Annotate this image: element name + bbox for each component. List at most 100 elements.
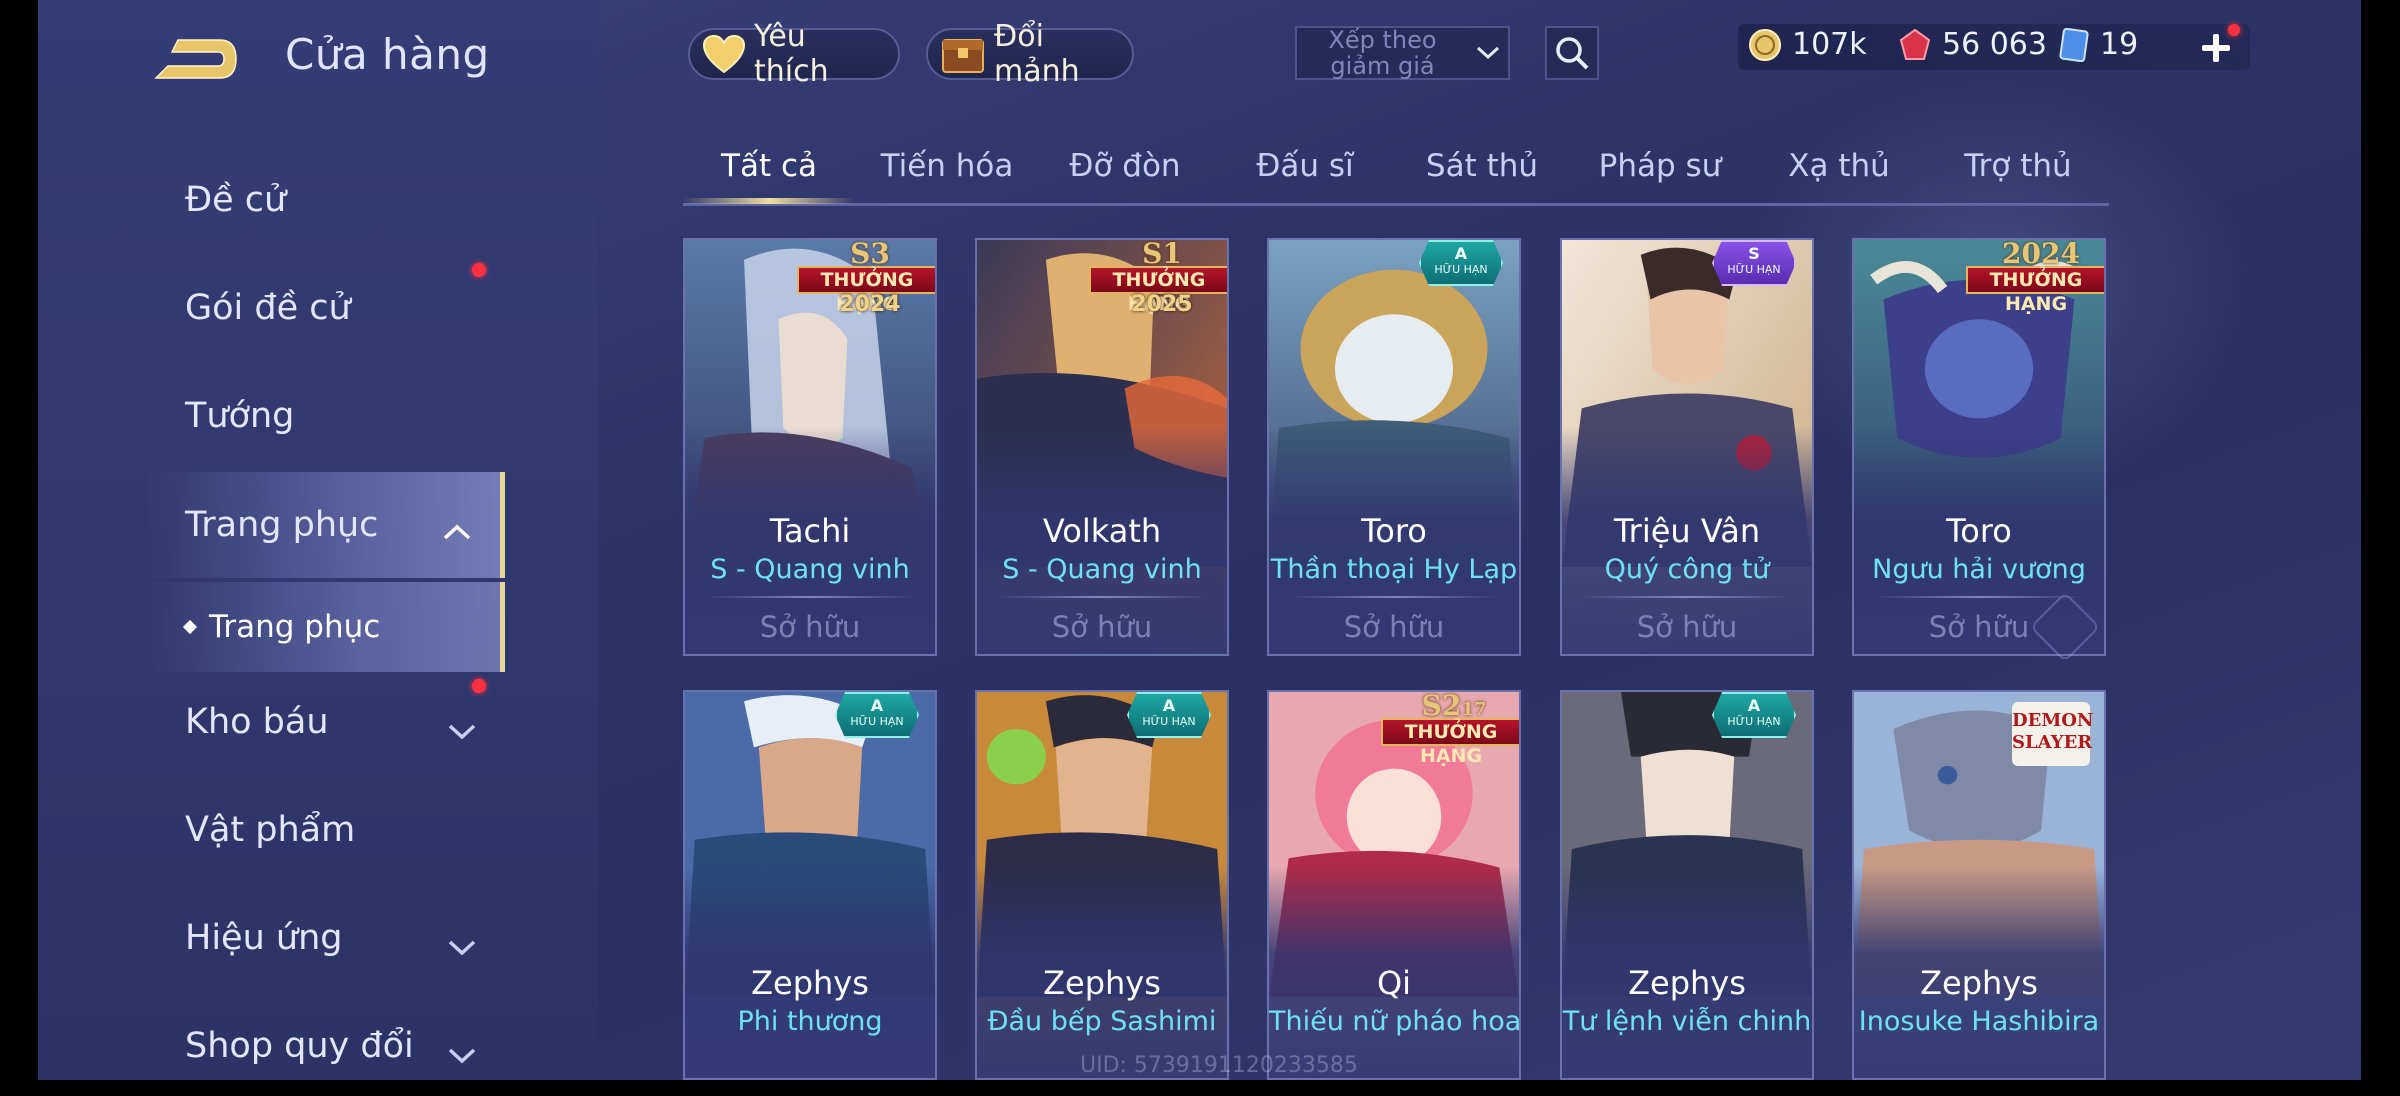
- sidebar-item-skins[interactable]: Trang phục: [145, 472, 505, 578]
- token-amount: 19: [2100, 27, 2139, 62]
- badge-label: THƯỞNG HẠNG: [1966, 266, 2104, 315]
- owned-status: Sở hữu: [1051, 610, 1153, 644]
- skin-name: Inosuke Hashibira: [1858, 1006, 2100, 1037]
- sidebar-item-label: Đề cử: [185, 180, 287, 220]
- chevron-down-icon: [1468, 45, 1508, 61]
- sidebar-subitem-skins[interactable]: Trang phục: [145, 582, 505, 672]
- sidebar-item-label: Vật phẩm: [185, 810, 356, 850]
- badge-label: THƯỞNG HẠNG: [1089, 266, 1227, 315]
- tab-support[interactable]: Trợ thủ: [1964, 148, 2071, 184]
- badge-grade: A: [870, 696, 884, 715]
- page-title: Cửa hàng: [285, 30, 490, 79]
- logo-line: DEMON: [2012, 710, 2094, 731]
- card-token-icon: [2059, 27, 2089, 62]
- tab-tank[interactable]: Đỡ đòn: [1069, 148, 1180, 184]
- skin-card[interactable]: DEMON SLAYER Zephys Inosuke Hashibira: [1852, 690, 2106, 1080]
- skin-name: Phi thương: [737, 1006, 883, 1037]
- sort-label: Xếp theo giảm giá: [1328, 26, 1437, 80]
- gold-amount: 107k: [1792, 27, 1867, 62]
- skin-name: Đầu bếp Sashimi: [987, 1006, 1217, 1037]
- search-button[interactable]: [1545, 26, 1599, 80]
- sidebar-item-items[interactable]: Vật phẩm: [145, 780, 505, 880]
- sidebar-item-heroes[interactable]: Tướng: [145, 366, 505, 466]
- badge-grade: A: [1454, 244, 1468, 263]
- owned-status: Sở hữu: [1636, 610, 1738, 644]
- skin-card[interactable]: A HỮU HẠN Zephys Phi thương: [683, 690, 937, 1080]
- sidebar-item-label: Shop quy đổi: [185, 1026, 414, 1066]
- sidebar-item-label: Tướng: [185, 396, 295, 436]
- card-shade: [1269, 240, 1519, 654]
- exchange-label: Đổi mảnh: [994, 19, 1080, 89]
- badge-label: THƯỞNG HẠNG: [797, 266, 935, 315]
- badge-label: THƯỞNG HẠNG: [1381, 718, 1519, 767]
- favorite-button[interactable]: Yêu thích: [688, 19, 900, 89]
- tab-all[interactable]: Tất cả: [721, 148, 817, 184]
- divider: [1874, 596, 2084, 598]
- back-button[interactable]: [150, 34, 240, 84]
- skin-name: S - Quang vinh: [710, 554, 910, 585]
- notification-dot: [472, 679, 486, 693]
- sidebar-item-label: Gói đề cử: [185, 288, 351, 328]
- chevron-down-icon: [447, 710, 477, 750]
- badge-text: HỮU HẠN: [1727, 715, 1781, 728]
- rank-reward-badge: S217 THƯỞNG HẠNG: [1381, 692, 1519, 772]
- logo-line: SLAYER: [2012, 732, 2093, 753]
- chevron-down-icon: [447, 1034, 477, 1074]
- tab-assassin[interactable]: Sát thủ: [1426, 148, 1538, 184]
- gold-currency: 107k: [1748, 27, 1867, 62]
- hero-name: Toro: [1361, 512, 1427, 550]
- badge-text: HỮU HẠN: [1727, 263, 1781, 276]
- card-shade: [1562, 240, 1812, 654]
- skin-name: Quý công tử: [1604, 554, 1770, 585]
- exchange-fragments-button[interactable]: Đổi mảnh: [926, 19, 1134, 89]
- skin-card[interactable]: S1 THƯỞNG HẠNG 2025 Volkath S - Quang vi…: [975, 238, 1229, 656]
- divider: [705, 596, 915, 598]
- skin-card[interactable]: A HỮU HẠN Toro Thần thoại Hy Lạp Sở hữu: [1267, 238, 1521, 656]
- tab-mage[interactable]: Pháp sư: [1599, 148, 1722, 184]
- demon-slayer-logo: DEMON SLAYER: [2012, 702, 2094, 766]
- divider: [997, 596, 1207, 598]
- skin-card[interactable]: 2024 THƯỞNG HẠNG Toro Ngưu hải vương Sở …: [1852, 238, 2106, 656]
- badge-text: HỮU HẠN: [850, 715, 904, 728]
- rank-reward-badge: 2024 THƯỞNG HẠNG: [1966, 240, 2104, 320]
- skin-card[interactable]: S217 THƯỞNG HẠNG Qi Thiếu nữ pháo hoa: [1267, 690, 1521, 1080]
- tab-marksman[interactable]: Xạ thủ: [1788, 148, 1890, 184]
- chevron-down-icon: [447, 926, 477, 966]
- notification-dot: [2228, 24, 2240, 36]
- skin-name: Thiếu nữ pháo hoa: [1269, 1006, 1521, 1037]
- badge-grade: A: [1162, 696, 1176, 715]
- skin-card[interactable]: S HỮU HẠN Triệu Vân Quý công tử Sở hữu: [1560, 238, 1814, 656]
- hero-name: Toro: [1946, 512, 2012, 550]
- skin-card[interactable]: S3 THƯỞNG HẠNG 2024 Tachi S - Quang vinh…: [683, 238, 937, 656]
- badge-season-suffix: 17: [1461, 699, 1487, 720]
- token-currency: 19: [2058, 27, 2138, 62]
- sidebar-item-effects[interactable]: Hiệu ứng: [145, 888, 505, 988]
- skin-card[interactable]: A HỮU HẠN Zephys Tư lệnh viễn chinh: [1560, 690, 1814, 1080]
- back-arrow-icon: [154, 39, 237, 79]
- sort-dropdown[interactable]: Xếp theo giảm giá: [1295, 26, 1510, 80]
- sidebar-item-exchange-shop[interactable]: Shop quy đổi: [145, 996, 505, 1096]
- sidebar-item-recommended-packs[interactable]: Gói đề cử: [145, 258, 505, 358]
- limited-badge: A HỮU HẠN: [835, 692, 919, 738]
- hero-name: Zephys: [751, 964, 869, 1002]
- owned-status: Sở hữu: [1343, 610, 1445, 644]
- sidebar-item-label: Kho báu: [185, 702, 329, 742]
- voucher-currency: 56 063: [1898, 27, 2047, 62]
- badge-grade: A: [1747, 696, 1761, 715]
- gold-coin-icon: [1749, 28, 1781, 61]
- tab-fighter[interactable]: Đấu sĩ: [1256, 148, 1353, 184]
- chevron-up-icon: [442, 510, 472, 550]
- hero-name: Zephys: [1920, 964, 2038, 1002]
- sidebar-subitem-label: Trang phục: [209, 609, 381, 645]
- skin-card[interactable]: A HỮU HẠN Zephys Đầu bếp Sashimi: [975, 690, 1229, 1080]
- skin-name: Ngưu hải vương: [1872, 554, 2086, 585]
- voucher-amount: 56 063: [1942, 27, 2047, 62]
- sidebar-item-recommended[interactable]: Đề cử: [145, 150, 505, 250]
- tab-evolution[interactable]: Tiến hóa: [881, 148, 1014, 184]
- sidebar-item-label: Hiệu ứng: [185, 918, 343, 958]
- sidebar-item-label: Trang phục: [185, 505, 379, 545]
- user-id: UID: 5739191120233585: [1080, 1053, 1358, 1078]
- sidebar-item-treasure[interactable]: Kho báu: [145, 672, 505, 772]
- heart-icon: [702, 31, 746, 77]
- limited-badge: A HỮU HẠN: [1127, 692, 1211, 738]
